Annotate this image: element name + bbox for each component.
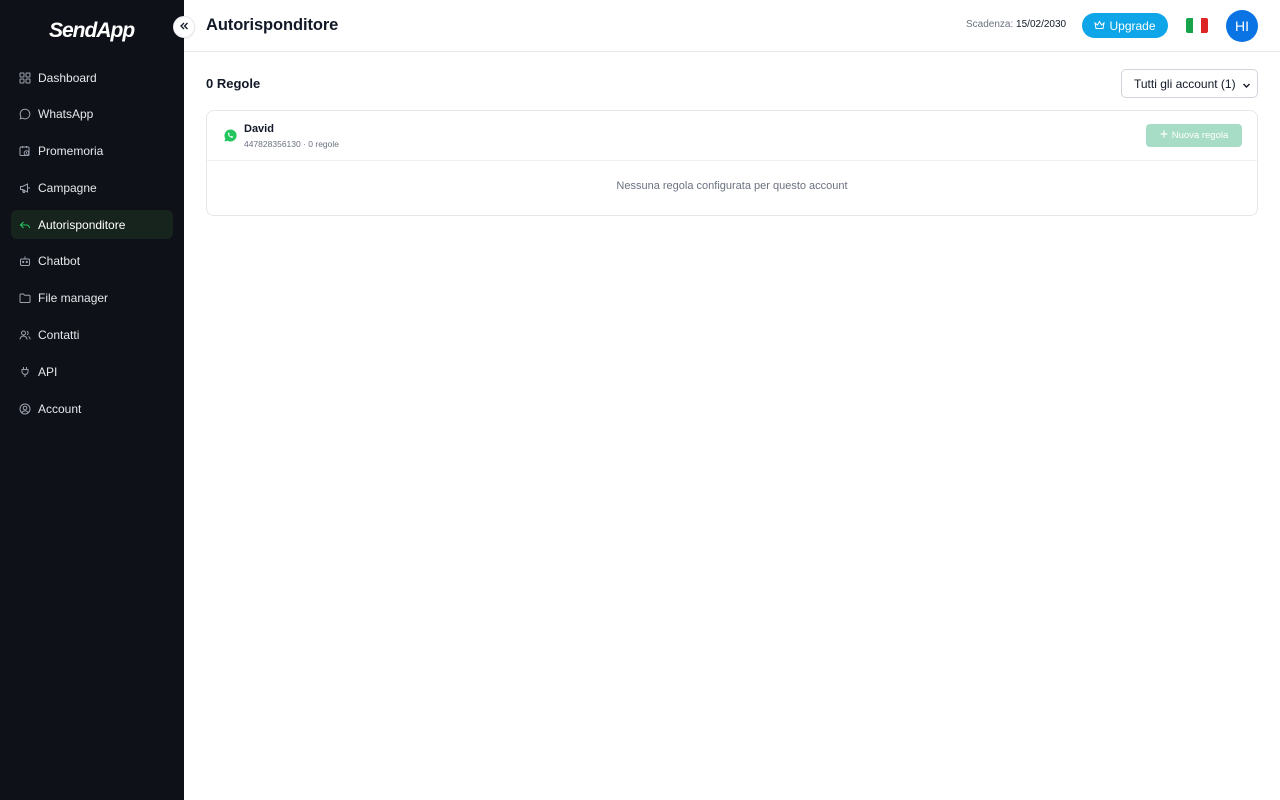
user-circle-icon: [19, 403, 31, 415]
whatsapp-icon: [224, 129, 237, 142]
sidebar-item-autorisponditore[interactable]: Autorisponditore: [11, 210, 173, 240]
sidebar-item-label: Dashboard: [38, 70, 97, 85]
grid-icon: [19, 72, 31, 84]
sidebar-item-chatbot[interactable]: Chatbot: [11, 247, 173, 276]
sidebar-item-whatsapp[interactable]: WhatsApp: [11, 100, 173, 129]
account-filter-value: Tutti gli account (1): [1134, 76, 1236, 91]
sidebar-item-dashboard[interactable]: Dashboard: [11, 63, 173, 92]
sidebar-item-label: File manager: [38, 291, 109, 306]
it-flag-icon[interactable]: [1186, 18, 1208, 33]
sidebar-nav: Dashboard WhatsApp Promemoria Campagne A…: [11, 63, 173, 431]
sidebar-item-label: Account: [38, 401, 82, 416]
megaphone-icon: [19, 182, 31, 194]
sidebar-item-account[interactable]: Account: [11, 394, 173, 423]
new-rule-button[interactable]: Nuova regola: [1146, 124, 1242, 147]
svg-text:SendApp: SendApp: [49, 19, 135, 42]
rules-count: 0 Regole: [206, 76, 261, 91]
expiry-info: Scadenza: 15/02/2030: [966, 19, 1066, 30]
reply-arrow-icon: [19, 219, 31, 231]
sidebar-item-promemoria[interactable]: Promemoria: [11, 137, 173, 166]
logo-wordmark: SendApp: [49, 19, 136, 42]
top-bar: Autorisponditore Scadenza: 15/02/2030 Up…: [184, 0, 1280, 52]
account-meta: 447828356130 · 0 regole: [244, 139, 339, 149]
sidebar-item-label: API: [38, 364, 58, 379]
account-filter-select[interactable]: Tutti gli account (1): [1121, 69, 1258, 98]
sidebar-item-file-manager[interactable]: File manager: [11, 284, 173, 313]
plug-icon: [19, 366, 31, 378]
new-rule-label: Nuova regola: [1171, 130, 1229, 141]
chat-bubble-icon: [19, 108, 31, 120]
bot-icon: [19, 255, 31, 267]
account-card: David 447828356130 · 0 regole Nuova rego…: [206, 110, 1258, 216]
sidebar-item-label: Campagne: [38, 180, 97, 195]
account-card-header: David 447828356130 · 0 regole Nuova rego…: [207, 111, 1257, 161]
sendapp-logo[interactable]: SendApp: [0, 12, 184, 46]
sidebar-item-label: Chatbot: [38, 254, 81, 269]
account-name: David: [244, 123, 274, 135]
sidebar-item-label: Autorisponditore: [38, 217, 126, 232]
sidebar-item-label: Contatti: [38, 328, 80, 343]
expiry-label: Scadenza:: [966, 19, 1014, 30]
users-icon: [19, 329, 31, 341]
avatar[interactable]: HI: [1226, 10, 1258, 42]
empty-state-message: Nessuna regola configurata per questo ac…: [616, 180, 848, 192]
sidebar: SendApp Dashboard WhatsApp Promemoria Ca…: [0, 0, 184, 800]
sidebar-item-label: Promemoria: [38, 144, 104, 159]
chevrons-left-icon: [179, 18, 189, 36]
plus-icon: [1160, 130, 1168, 141]
folder-icon: [19, 292, 31, 304]
chevron-down-icon: [1242, 79, 1251, 93]
sidebar-item-label: WhatsApp: [38, 107, 94, 122]
upgrade-label: Upgrade: [1109, 18, 1156, 33]
sidebar-item-contatti[interactable]: Contatti: [11, 321, 173, 350]
upgrade-button[interactable]: Upgrade: [1082, 13, 1168, 38]
crown-icon: [1094, 19, 1106, 33]
page-title: Autorisponditore: [206, 16, 339, 34]
calendar-clock-icon: [19, 145, 31, 157]
sidebar-item-campagne[interactable]: Campagne: [11, 173, 173, 202]
expiry-date: 15/02/2030: [1016, 19, 1067, 30]
sidebar-item-api[interactable]: API: [11, 357, 173, 386]
collapse-sidebar-button[interactable]: [173, 16, 195, 38]
